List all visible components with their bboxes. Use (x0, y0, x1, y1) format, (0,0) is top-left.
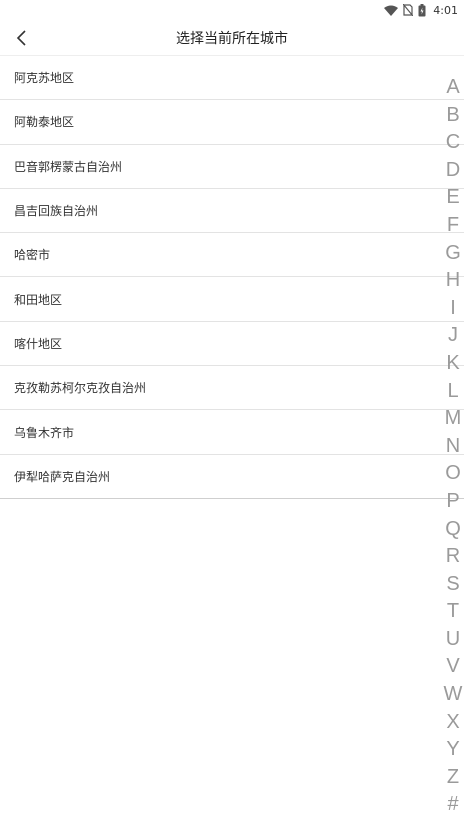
status-bar: 4:01 (0, 0, 464, 20)
city-item[interactable]: 伊犁哈萨克自治州 (0, 455, 464, 499)
index-letter-a[interactable]: A (446, 74, 459, 102)
back-button[interactable] (10, 26, 34, 50)
city-item[interactable]: 乌鲁木齐市 (0, 410, 464, 455)
index-letter-s[interactable]: S (446, 571, 459, 599)
index-letter-k[interactable]: K (446, 350, 459, 378)
alphabet-index[interactable]: A B C D E F G H I J K L M N O P Q R S T … (442, 74, 464, 819)
index-letter-y[interactable]: Y (446, 736, 459, 764)
city-item[interactable]: 阿勒泰地区 (0, 100, 464, 145)
index-letter-l[interactable]: L (447, 378, 458, 406)
index-letter-p[interactable]: P (446, 488, 459, 516)
index-letter-hash[interactable]: # (447, 791, 458, 819)
status-time: 4:01 (433, 3, 458, 17)
city-item[interactable]: 阿克苏地区 (0, 56, 464, 101)
city-list: 阿克苏地区 阿勒泰地区 巴音郭楞蒙古自治州 昌吉回族自治州 哈密市 和田地区 喀… (0, 56, 464, 499)
index-letter-x[interactable]: X (446, 709, 459, 737)
index-letter-b[interactable]: B (446, 102, 459, 130)
index-letter-u[interactable]: U (446, 626, 460, 654)
city-item[interactable]: 哈密市 (0, 233, 464, 278)
index-letter-g[interactable]: G (445, 240, 461, 268)
no-sim-icon (403, 4, 414, 16)
city-item[interactable]: 和田地区 (0, 277, 464, 322)
city-item[interactable]: 喀什地区 (0, 322, 464, 367)
index-letter-i[interactable]: I (450, 295, 456, 323)
index-letter-j[interactable]: J (448, 322, 458, 350)
index-letter-t[interactable]: T (447, 598, 459, 626)
page-title: 选择当前所在城市 (176, 30, 288, 47)
index-letter-d[interactable]: D (446, 157, 460, 185)
index-letter-c[interactable]: C (446, 129, 460, 157)
city-item[interactable]: 昌吉回族自治州 (0, 189, 464, 234)
index-letter-q[interactable]: Q (445, 516, 461, 544)
index-letter-z[interactable]: Z (447, 764, 459, 792)
chevron-left-icon (16, 30, 26, 46)
battery-icon (418, 3, 426, 17)
app-bar: 选择当前所在城市 (0, 20, 464, 56)
index-letter-w[interactable]: W (444, 681, 463, 709)
index-letter-n[interactable]: N (446, 433, 460, 461)
index-letter-o[interactable]: O (445, 460, 461, 488)
index-letter-h[interactable]: H (446, 267, 460, 295)
wifi-icon (384, 5, 399, 16)
index-letter-e[interactable]: E (446, 184, 459, 212)
index-letter-r[interactable]: R (446, 543, 460, 571)
city-item[interactable]: 巴音郭楞蒙古自治州 (0, 145, 464, 189)
index-letter-m[interactable]: M (445, 405, 462, 433)
city-item[interactable]: 克孜勒苏柯尔克孜自治州 (0, 366, 464, 411)
index-letter-f[interactable]: F (447, 212, 459, 240)
index-letter-v[interactable]: V (446, 653, 459, 681)
